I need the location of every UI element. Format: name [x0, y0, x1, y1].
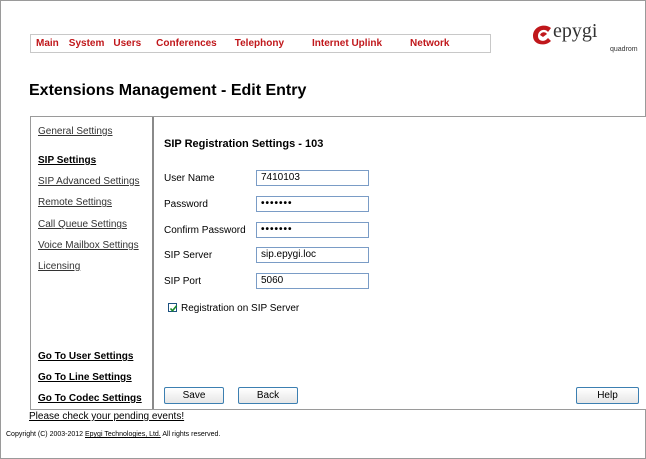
- sip-server-input[interactable]: sip.epygi.loc: [256, 247, 369, 263]
- confirm-password-input[interactable]: •••••••: [256, 222, 369, 238]
- logo-subtitle: quadrom: [610, 46, 638, 53]
- sidebar-item-call-queue-settings[interactable]: Call Queue Settings: [38, 219, 127, 230]
- epygi-logo: epygi quadrom: [531, 20, 641, 57]
- nav-conferences[interactable]: Conferences: [156, 38, 217, 49]
- form-title: SIP Registration Settings - 103: [164, 138, 324, 150]
- sip-port-input[interactable]: 5060: [256, 273, 369, 289]
- registration-label: Registration on SIP Server: [181, 303, 300, 314]
- sidebar-link-go-to-line-settings[interactable]: Go To Line Settings: [38, 372, 132, 383]
- registration-checkbox[interactable]: [168, 303, 178, 313]
- nav-system[interactable]: System: [69, 38, 105, 49]
- browser-window: Main System Users Conferences Telephony …: [0, 0, 646, 459]
- pending-events-link[interactable]: Please check your pending events!: [29, 411, 184, 422]
- user-name-input[interactable]: 7410103: [256, 170, 369, 186]
- sidebar-link-go-to-user-settings[interactable]: Go To User Settings: [38, 351, 133, 362]
- top-navigation-bar: Main System Users Conferences Telephony …: [30, 34, 491, 53]
- sidebar-item-remote-settings[interactable]: Remote Settings: [38, 197, 112, 208]
- main-panel: General Settings SIP Settings SIP Advanc…: [30, 116, 646, 410]
- save-button[interactable]: Save: [164, 387, 224, 404]
- sidebar-item-sip-settings[interactable]: SIP Settings: [38, 155, 96, 166]
- nav-telephony[interactable]: Telephony: [235, 38, 284, 49]
- sidebar-item-sip-advanced-settings[interactable]: SIP Advanced Settings: [38, 176, 140, 187]
- help-button[interactable]: Help: [576, 387, 639, 404]
- sidebar-item-voice-mailbox-settings[interactable]: Voice Mailbox Settings: [38, 240, 139, 251]
- sip-server-label: SIP Server: [164, 250, 213, 261]
- sip-port-label: SIP Port: [164, 276, 202, 287]
- nav-network[interactable]: Network: [410, 38, 449, 49]
- copyright-suffix: All rights reserved.: [162, 431, 221, 438]
- epygi-swoosh-icon: [533, 25, 551, 45]
- company-link[interactable]: Epygi Technologies, Ltd.: [85, 431, 161, 438]
- sidebar-item-general-settings[interactable]: General Settings: [38, 126, 113, 137]
- sidebar-link-go-to-codec-settings[interactable]: Go To Codec Settings: [38, 393, 142, 404]
- nav-internet-uplink[interactable]: Internet Uplink: [312, 38, 382, 49]
- user-name-label: User Name: [164, 173, 215, 184]
- nav-users[interactable]: Users: [113, 38, 141, 49]
- sidebar: General Settings SIP Settings SIP Advanc…: [31, 117, 154, 409]
- password-input[interactable]: •••••••: [256, 196, 369, 212]
- confirm-password-label: Confirm Password: [164, 225, 246, 236]
- copyright-prefix: Copyright (C) 2003-2012: [6, 431, 84, 438]
- logo-wordmark: epygi: [553, 20, 598, 42]
- page-title: Extensions Management - Edit Entry: [29, 82, 307, 99]
- nav-main[interactable]: Main: [36, 38, 59, 49]
- checkmark-icon: [169, 305, 178, 313]
- copyright: Copyright (C) 2003-2012 Epygi Technologi…: [6, 431, 220, 438]
- sidebar-item-licensing[interactable]: Licensing: [38, 261, 80, 272]
- password-label: Password: [164, 199, 208, 210]
- back-button[interactable]: Back: [238, 387, 298, 404]
